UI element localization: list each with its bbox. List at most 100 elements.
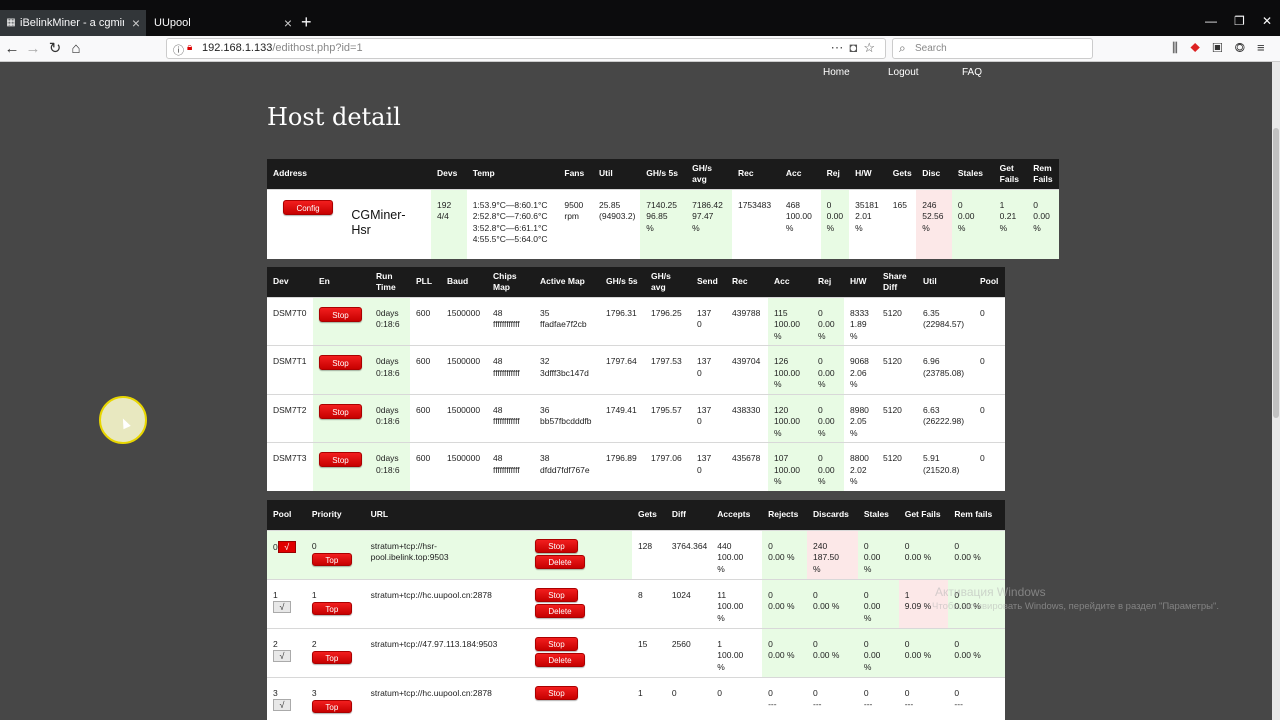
stop-button[interactable]: Stop (534, 587, 578, 602)
minimize-icon[interactable]: — (1205, 14, 1217, 28)
maximize-icon[interactable]: ❐ (1234, 14, 1245, 28)
gets-cell: 15 (631, 627, 666, 677)
url-path: /edithost.php?id=1 (272, 42, 363, 54)
runtime-cell: 0days 0:18:6 (370, 393, 410, 443)
stop-button[interactable]: Stop (319, 452, 362, 467)
column-header: Send (691, 267, 726, 297)
url-cell: stratum+tcp://47.97.113.184:9503 (364, 627, 529, 677)
column-header: Address (267, 159, 432, 189)
ghsavg-cell: 1797.53 (645, 345, 691, 394)
new-tab-icon[interactable]: + (301, 12, 312, 32)
rejects-cell: 0 0.00 % (762, 578, 807, 628)
delete-button[interactable]: Delete (534, 603, 585, 618)
stop-button[interactable]: Stop (534, 685, 578, 700)
priority-number: 3 (311, 687, 317, 698)
home-icon[interactable]: ⌂ (66, 39, 86, 59)
forward-icon[interactable]: → (23, 39, 43, 59)
close-icon[interactable]: × (132, 10, 140, 36)
gets-cell: 165 (886, 188, 917, 259)
stop-button[interactable]: Stop (534, 538, 578, 553)
column-header: Discards (806, 500, 858, 530)
top-button[interactable]: Top (311, 602, 352, 615)
remfails-cell: 0 --- (948, 676, 1005, 720)
column-header: Run Time (370, 267, 410, 297)
column-header: Util (593, 159, 641, 189)
nav-faq-link[interactable]: FAQ (962, 67, 982, 78)
stop-button[interactable]: Stop (534, 636, 578, 651)
dev-cell: DSM7T2 (267, 393, 313, 443)
sidebar-icon[interactable]: ▣ (1212, 40, 1234, 55)
column-header: Rej (820, 159, 850, 189)
stop-button[interactable]: Stop (319, 403, 362, 419)
delete-button[interactable]: Delete (534, 652, 585, 667)
pool-active-checkbox[interactable]: √ (277, 540, 296, 553)
stop-button[interactable]: Stop (319, 306, 362, 322)
pool-cell: 0 (974, 393, 1005, 443)
pool-cell: 0 (974, 345, 1005, 394)
column-header: Pool (267, 500, 306, 530)
column-header: Active Map (534, 267, 600, 297)
pool-number: 1 (273, 589, 278, 600)
chips-map-cell: 48 ffffffffffff (487, 296, 534, 346)
delete-button[interactable]: Delete (534, 554, 585, 569)
menu-icon[interactable]: ≡ (1257, 40, 1277, 55)
browser-tabbar: ▦ iBelinkMiner - a cgminer web m × UUpoo… (0, 0, 1280, 36)
getfails-cell: 1 0.21 % (993, 188, 1028, 259)
pool-active-checkbox[interactable]: √ (273, 601, 291, 613)
column-header: GH/s 5s (640, 159, 687, 189)
config-button[interactable]: Config (283, 199, 333, 215)
url-actions[interactable]: ⋯◘☆ (830, 40, 881, 56)
acc-cell: 468 100.00 % (779, 188, 821, 259)
page-scrollbar[interactable] (1272, 62, 1280, 720)
column-header: GH/s avg (645, 267, 691, 297)
pool-active-checkbox[interactable]: √ (273, 650, 291, 662)
bookmark-star-icon[interactable]: ☆ (863, 40, 881, 55)
nav-logout-link[interactable]: Logout (888, 67, 919, 78)
tab-ibelinkminer[interactable]: ▦ iBelinkMiner - a cgminer web m × (0, 10, 146, 36)
getfails-cell: 0 --- (898, 676, 949, 720)
library-icon[interactable]: ⫼ (1172, 40, 1190, 55)
back-icon[interactable]: ← (2, 39, 22, 59)
discards-cell: 240 187.50 % (806, 529, 858, 579)
pool-number: 3 (273, 687, 278, 698)
pool-actions-cell: Stop Delete (528, 627, 632, 677)
top-button[interactable]: Top (311, 700, 352, 713)
reload-icon[interactable]: ↻ (45, 39, 65, 59)
info-icon[interactable]: ⓘ (173, 42, 184, 58)
shield-icon[interactable]: ◆ (1190, 40, 1212, 55)
share-diff-cell: 5120 (877, 393, 917, 443)
nav-home-link[interactable]: Home (823, 67, 850, 78)
url-bar[interactable]: ⓘ 🔒︎ 192.168.1.133/edithost.php?id=1 ⋯◘☆ (166, 38, 886, 59)
window-close-icon[interactable]: ✕ (1262, 14, 1272, 28)
top-button[interactable]: Top (311, 651, 352, 664)
top-button[interactable]: Top (311, 553, 352, 566)
tab-uupool[interactable]: UUpool × (148, 10, 298, 36)
column-header: Gets (886, 159, 917, 189)
search-input[interactable]: ⌕ Search (892, 38, 1093, 59)
stales-cell: 0 0.00 % (951, 188, 994, 259)
more-icon[interactable]: ⋯ (830, 40, 849, 55)
runtime-cell: 0days 0:18:6 (370, 345, 410, 394)
diff-cell: 1024 (665, 578, 712, 628)
stop-button[interactable]: Stop (319, 355, 362, 370)
column-header: GH/s avg (686, 159, 732, 189)
column-header: Get Fails (993, 159, 1028, 189)
ghs5s-cell: 1796.89 (600, 442, 645, 491)
rec-cell: 439788 (726, 296, 768, 346)
close-icon[interactable]: × (284, 10, 292, 36)
stales-cell: 0 0.00 % (857, 627, 899, 677)
table-row: 1 √ 1 Top stratum+tcp://hc.uupool.cn:2878 … (267, 578, 1005, 628)
devs-cell: 192 4/4 (431, 188, 467, 259)
scrollbar-thumb[interactable] (1273, 128, 1279, 418)
priority-number: 0 (311, 540, 317, 551)
diff-cell: 0 (665, 676, 712, 720)
sync-icon[interactable]: ◎ (1235, 40, 1257, 55)
host-name: CGMiner-Hsr (351, 207, 406, 237)
insecure-lock-icon[interactable]: 🔒︎ (187, 42, 192, 53)
pool-active-checkbox[interactable]: √ (273, 699, 291, 711)
stales-cell: 0 --- (857, 676, 899, 720)
active-map-cell: 35 ffadfae7f2cb (534, 296, 600, 346)
rejects-cell: 0 --- (762, 676, 807, 720)
pocket-icon[interactable]: ◘ (849, 40, 863, 55)
rejects-cell: 0 0.00 % (762, 529, 807, 579)
